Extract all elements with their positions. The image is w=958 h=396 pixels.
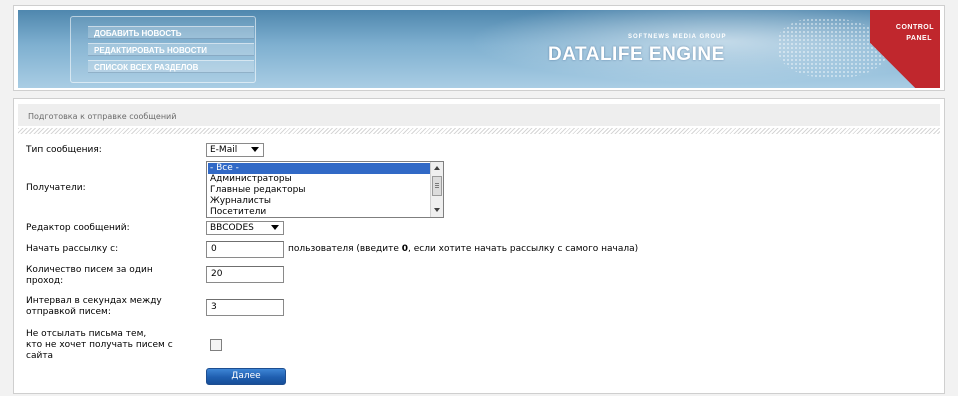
brand-subtitle: SOFTNEWS MEDIA GROUP — [628, 34, 727, 40]
message-type-value: E-Mail — [210, 145, 238, 155]
optout-label-line1: Не отсылать письма тем, — [26, 329, 147, 339]
editor-select[interactable]: BBCODES — [206, 221, 284, 235]
count-label-line2: проход: — [26, 276, 64, 286]
start-input[interactable]: 0 — [206, 241, 284, 258]
interval-label-line2: отправкой писем: — [26, 307, 111, 317]
interval-label: Интервал в секундах между отправкой писе… — [26, 296, 162, 318]
listbox-scrollbar[interactable] — [430, 162, 443, 217]
count-label-line1: Количество писем за один — [26, 265, 153, 275]
editor-label: Редактор сообщений: — [26, 223, 130, 233]
interval-label-line1: Интервал в секундах между — [26, 296, 162, 306]
start-hint-suffix: , если хотите начать рассылку с самого н… — [408, 244, 639, 254]
recipients-option[interactable]: Посетители — [208, 207, 434, 217]
scroll-thumb[interactable] — [432, 176, 442, 196]
quick-nav-panel: ДОБАВИТЬ НОВОСТЬ РЕДАКТИРОВАТЬ НОВОСТИ С… — [70, 16, 256, 83]
message-type-label: Тип сообщения: — [26, 145, 102, 155]
panel-title: Подготовка к отправке сообщений — [28, 112, 177, 121]
editor-value: BBCODES — [210, 223, 254, 233]
nav-categories-link[interactable]: СПИСОК ВСЕХ РАЗДЕЛОВ — [88, 60, 254, 73]
count-label: Количество писем за один проход: — [26, 265, 153, 287]
arrow-up-icon — [434, 166, 440, 170]
grip-icon — [435, 183, 439, 189]
chevron-down-icon — [271, 225, 279, 230]
scroll-down-button[interactable] — [432, 205, 442, 215]
recipients-option[interactable]: Журналисты — [208, 196, 434, 207]
title-divider — [18, 128, 940, 134]
recipients-option[interactable]: - Все - — [208, 163, 434, 174]
recipients-label: Получатели: — [26, 183, 86, 193]
optout-label-line3: сайта — [26, 351, 54, 361]
control-panel-badge: CONTROL PANEL — [870, 10, 940, 88]
arrow-down-icon — [434, 208, 440, 212]
start-label: Начать рассылку с: — [26, 244, 119, 254]
badge-line2: PANEL — [906, 35, 932, 42]
count-input[interactable]: 20 — [206, 266, 284, 283]
header-banner: ДОБАВИТЬ НОВОСТЬ РЕДАКТИРОВАТЬ НОВОСТИ С… — [18, 10, 940, 88]
nav-edit-news-link[interactable]: РЕДАКТИРОВАТЬ НОВОСТИ — [88, 43, 254, 56]
badge-line1: CONTROL — [895, 24, 934, 31]
recipients-option[interactable]: Главные редакторы — [208, 185, 434, 196]
scroll-up-button[interactable] — [432, 163, 442, 173]
nav-add-news-link[interactable]: ДОБАВИТЬ НОВОСТЬ — [88, 26, 254, 39]
next-button[interactable]: Далее — [206, 368, 286, 385]
message-type-select[interactable]: E-Mail — [206, 143, 264, 157]
recipients-listbox[interactable]: - Все - Администраторы Главные редакторы… — [206, 161, 444, 218]
recipients-option[interactable]: Администраторы — [208, 174, 434, 185]
interval-input[interactable]: 3 — [206, 299, 284, 316]
start-hint-prefix: пользователя (введите — [288, 244, 402, 254]
brand-logo-text: DATALIFE ENGINE — [548, 44, 725, 65]
optout-checkbox[interactable] — [210, 339, 222, 351]
badge-ribbon — [870, 10, 940, 88]
optout-label: Не отсылать письма тем, кто не хочет пол… — [26, 329, 173, 362]
chevron-down-icon — [251, 147, 259, 152]
start-hint: пользователя (введите 0, если хотите нач… — [288, 244, 638, 255]
optout-label-line2: кто не хочет получать писем с — [26, 340, 173, 350]
